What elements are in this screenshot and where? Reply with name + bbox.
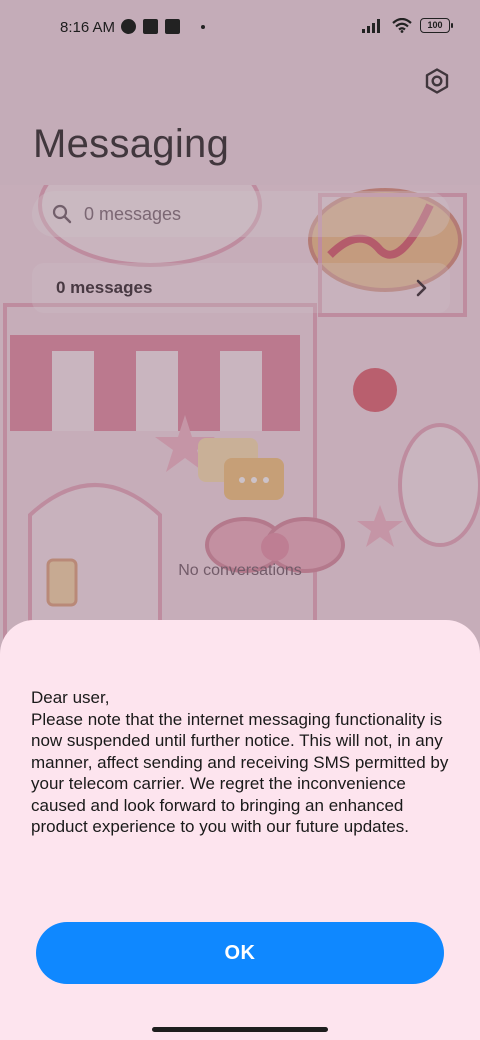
signal-icon — [362, 18, 380, 33]
status-notification-icons — [121, 19, 205, 34]
screen: Messaging 0 messages No conversations 8:… — [0, 0, 480, 1040]
notification-icon — [121, 19, 136, 34]
dot-icon — [201, 24, 205, 29]
app-icon — [143, 19, 158, 34]
ok-button[interactable]: OK — [36, 922, 444, 984]
wifi-icon — [392, 18, 412, 33]
status-bar: 8:16 AM 100 — [0, 0, 480, 56]
dialog-message: Dear user, Please note that the internet… — [31, 688, 449, 836]
status-time: 8:16 AM — [60, 19, 116, 36]
battery-icon: 100 — [420, 18, 453, 33]
upload-icon — [165, 19, 180, 34]
status-system-icons: 100 — [362, 18, 453, 33]
notice-dialog: Dear user, Please note that the internet… — [0, 620, 480, 1040]
home-indicator[interactable] — [152, 1027, 328, 1032]
battery-level: 100 — [427, 20, 443, 30]
